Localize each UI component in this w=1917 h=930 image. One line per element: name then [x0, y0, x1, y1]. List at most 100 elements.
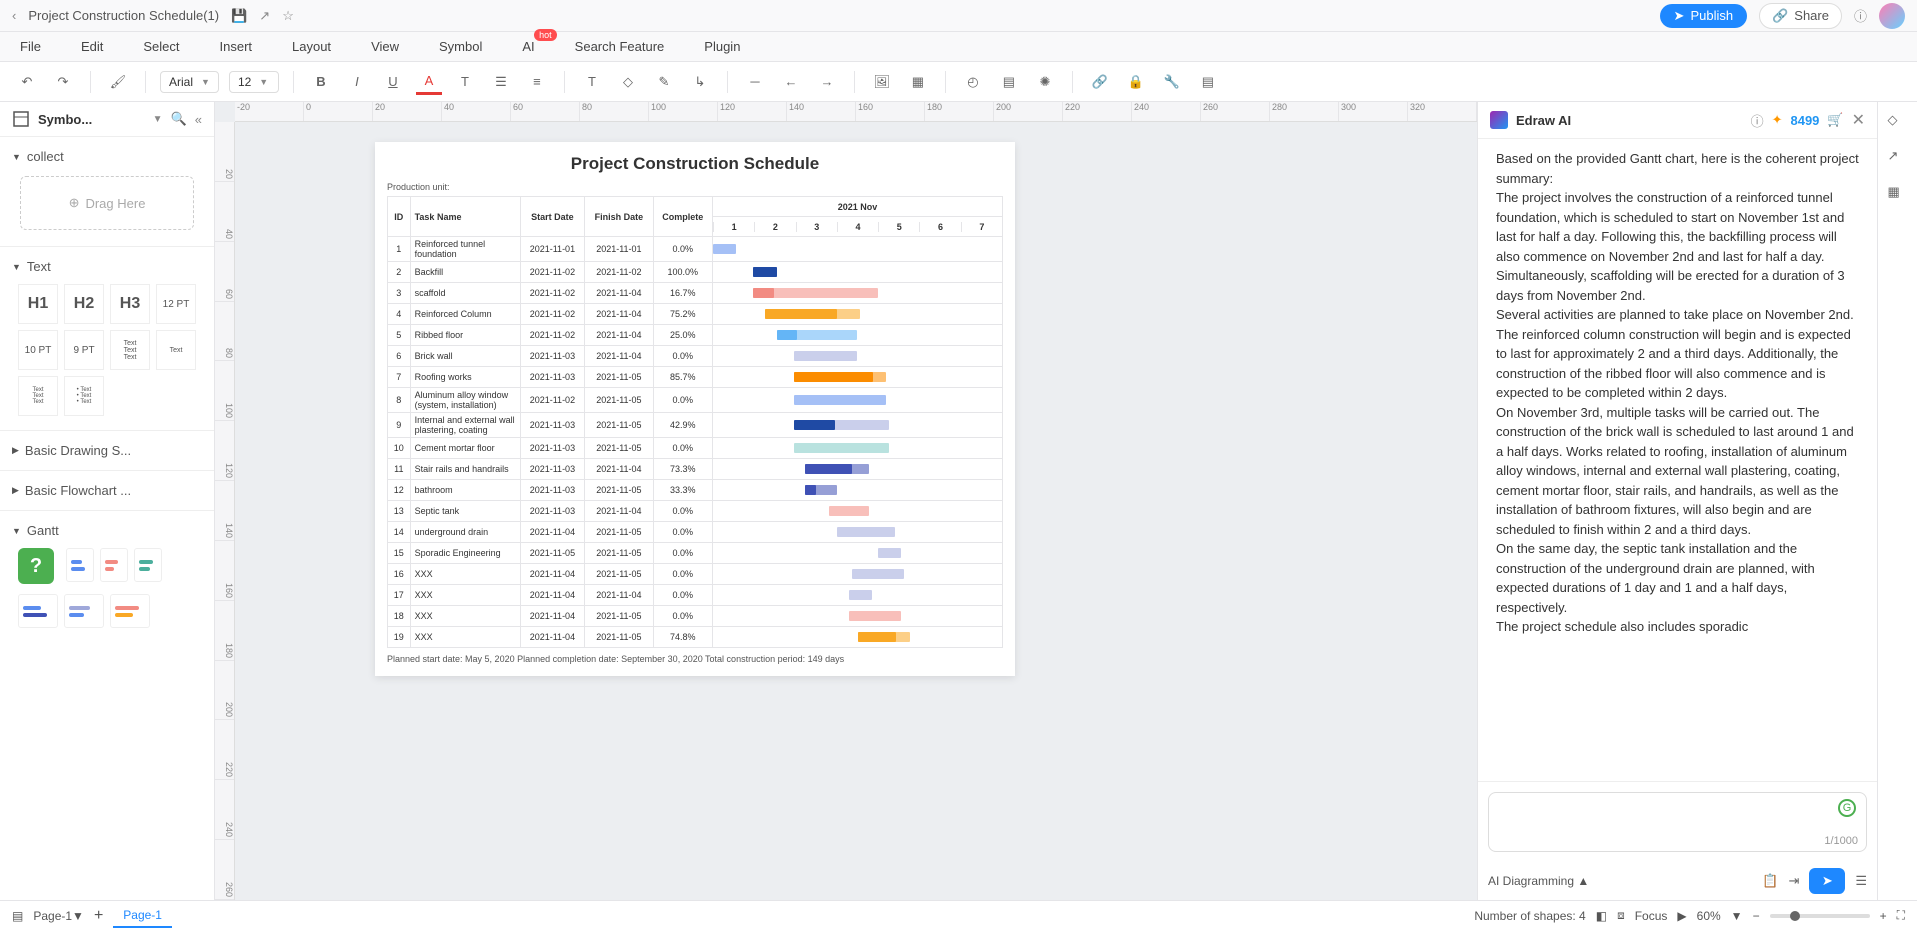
font-size-dropdown[interactable]: 12▼ — [229, 71, 279, 93]
drag-here-zone[interactable]: ⊕ Drag Here — [20, 176, 194, 230]
effects-button[interactable]: ✺ — [1032, 69, 1058, 95]
back-icon[interactable]: ‹ — [12, 8, 16, 23]
text-h2[interactable]: H2 — [64, 284, 104, 324]
underline-button[interactable]: U — [380, 69, 406, 95]
arrow-end-button[interactable]: → — [814, 69, 840, 95]
layers-icon[interactable]: ◧ — [1596, 909, 1607, 923]
arrow-start-button[interactable]: ← — [778, 69, 804, 95]
zoom-value[interactable]: 60% — [1697, 909, 1721, 923]
basic-drawing-section-header[interactable]: ▶Basic Drawing S... — [12, 439, 202, 462]
menu-select[interactable]: Select — [143, 39, 179, 54]
text-section-header[interactable]: ▼Text — [12, 255, 202, 278]
redo-button[interactable]: ↷ — [50, 69, 76, 95]
line-spacing-button[interactable]: ≡ — [524, 69, 550, 95]
page-dropdown[interactable]: Page-1▼ — [33, 909, 84, 923]
help-bubble-icon[interactable]: ? — [18, 548, 54, 584]
lock-button[interactable]: 🔒 — [1123, 69, 1149, 95]
ai-input[interactable]: G 1/1000 — [1488, 792, 1867, 852]
ai-mode-dropdown[interactable]: AI Diagramming ▲ — [1488, 874, 1752, 888]
text-tool-button[interactable]: T — [579, 69, 605, 95]
zoom-slider[interactable] — [1770, 914, 1870, 918]
ai-info-icon[interactable]: ⓘ — [1751, 111, 1764, 130]
format-painter-button[interactable]: 🖌 — [105, 69, 131, 95]
gantt-template-2[interactable] — [100, 548, 128, 582]
star-icon[interactable]: ☆ — [282, 8, 294, 24]
ai-export-icon[interactable]: ⇥ — [1788, 873, 1799, 889]
line-style-button[interactable]: ─ — [742, 69, 768, 95]
image-button[interactable]: 🖼 — [869, 69, 895, 95]
italic-button[interactable]: I — [344, 69, 370, 95]
ai-close-icon[interactable]: ✕ — [1852, 110, 1865, 130]
search-icon[interactable]: 🔍 — [171, 111, 187, 127]
page-document[interactable]: Project Construction Schedule Production… — [375, 142, 1015, 676]
gantt-template-1[interactable] — [66, 548, 94, 582]
text-block[interactable]: TextTextText — [110, 330, 150, 370]
canvas[interactable]: Project Construction Schedule Production… — [235, 122, 1477, 900]
user-avatar[interactable] — [1879, 3, 1905, 29]
group-button[interactable]: ▤ — [996, 69, 1022, 95]
ai-copy-icon[interactable]: 📋 — [1762, 873, 1778, 889]
more-button[interactable]: ▤ — [1195, 69, 1221, 95]
menu-edit[interactable]: Edit — [81, 39, 103, 54]
help-icon[interactable]: ⓘ — [1854, 6, 1867, 25]
menu-insert[interactable]: Insert — [220, 39, 253, 54]
grid-icon[interactable]: ▦ — [1888, 184, 1908, 204]
font-family-dropdown[interactable]: Arial▼ — [160, 71, 219, 93]
zoom-in-button[interactable]: + — [1880, 909, 1887, 923]
collect-section-header[interactable]: ▼collect — [12, 145, 202, 168]
ai-send-button[interactable]: ➤ — [1809, 868, 1845, 894]
menu-file[interactable]: File — [20, 39, 41, 54]
zoom-out-button[interactable]: − — [1753, 909, 1760, 923]
align-objects-button[interactable]: ◴ — [960, 69, 986, 95]
ai-menu-icon[interactable]: ☰ — [1855, 873, 1867, 889]
collapse-icon[interactable]: « — [195, 112, 202, 127]
bold-button[interactable]: B — [308, 69, 334, 95]
fill-button[interactable]: ◇ — [615, 69, 641, 95]
publish-button[interactable]: ➤ Publish — [1660, 4, 1748, 28]
text-small[interactable]: Text — [156, 330, 196, 370]
text-10pt[interactable]: 10 PT — [18, 330, 58, 370]
grammarly-icon[interactable]: G — [1838, 799, 1856, 817]
font-color-button[interactable]: A — [416, 69, 442, 95]
gantt-section-header[interactable]: ▼Gantt — [12, 519, 202, 542]
gantt-template-3[interactable] — [134, 548, 162, 582]
share-button[interactable]: 🔗 Share — [1759, 3, 1842, 29]
export-panel-icon[interactable]: ↗ — [1888, 148, 1908, 168]
gantt-template-5[interactable] — [64, 594, 104, 628]
export-icon[interactable]: ↗ — [259, 8, 270, 24]
tools-button[interactable]: 🔧 — [1159, 69, 1185, 95]
diamond-icon[interactable]: ◇ — [1888, 112, 1908, 132]
focus-icon[interactable]: ⧈ — [1617, 908, 1625, 923]
text-card[interactable]: TextTextText — [18, 376, 58, 416]
fullscreen-icon[interactable]: ⛶ — [1897, 908, 1905, 923]
connector-button[interactable]: ↳ — [687, 69, 713, 95]
chevron-down-icon[interactable]: ▼ — [153, 114, 163, 125]
text-9pt[interactable]: 9 PT — [64, 330, 104, 370]
add-page-button[interactable]: + — [94, 907, 103, 925]
page-tab-1[interactable]: Page-1 — [113, 904, 172, 928]
menu-ai[interactable]: AIhot — [522, 39, 534, 54]
link-button[interactable]: 🔗 — [1087, 69, 1113, 95]
basic-flowchart-section-header[interactable]: ▶Basic Flowchart ... — [12, 479, 202, 502]
layer-button[interactable]: ▦ — [905, 69, 931, 95]
line-color-button[interactable]: ✎ — [651, 69, 677, 95]
menu-view[interactable]: View — [371, 39, 399, 54]
presentation-icon[interactable]: ▶ — [1677, 909, 1686, 923]
page-list-icon[interactable]: ▤ — [12, 909, 23, 923]
text-h3[interactable]: H3 — [110, 284, 150, 324]
gantt-template-4[interactable] — [18, 594, 58, 628]
text-h1[interactable]: H1 — [18, 284, 58, 324]
align-button[interactable]: ☰ — [488, 69, 514, 95]
menu-plugin[interactable]: Plugin — [704, 39, 740, 54]
save-icon[interactable]: 💾 — [231, 8, 247, 24]
ai-cart-icon[interactable]: 🛒 — [1827, 112, 1843, 128]
focus-label[interactable]: Focus — [1635, 909, 1668, 923]
strikethrough-button[interactable]: T — [452, 69, 478, 95]
menu-layout[interactable]: Layout — [292, 39, 331, 54]
text-12pt[interactable]: 12 PT — [156, 284, 196, 324]
menu-symbol[interactable]: Symbol — [439, 39, 482, 54]
menu-search-feature[interactable]: Search Feature — [575, 39, 665, 54]
text-bullets[interactable]: • Text• Text• Text — [64, 376, 104, 416]
undo-button[interactable]: ↶ — [14, 69, 40, 95]
gantt-template-6[interactable] — [110, 594, 150, 628]
